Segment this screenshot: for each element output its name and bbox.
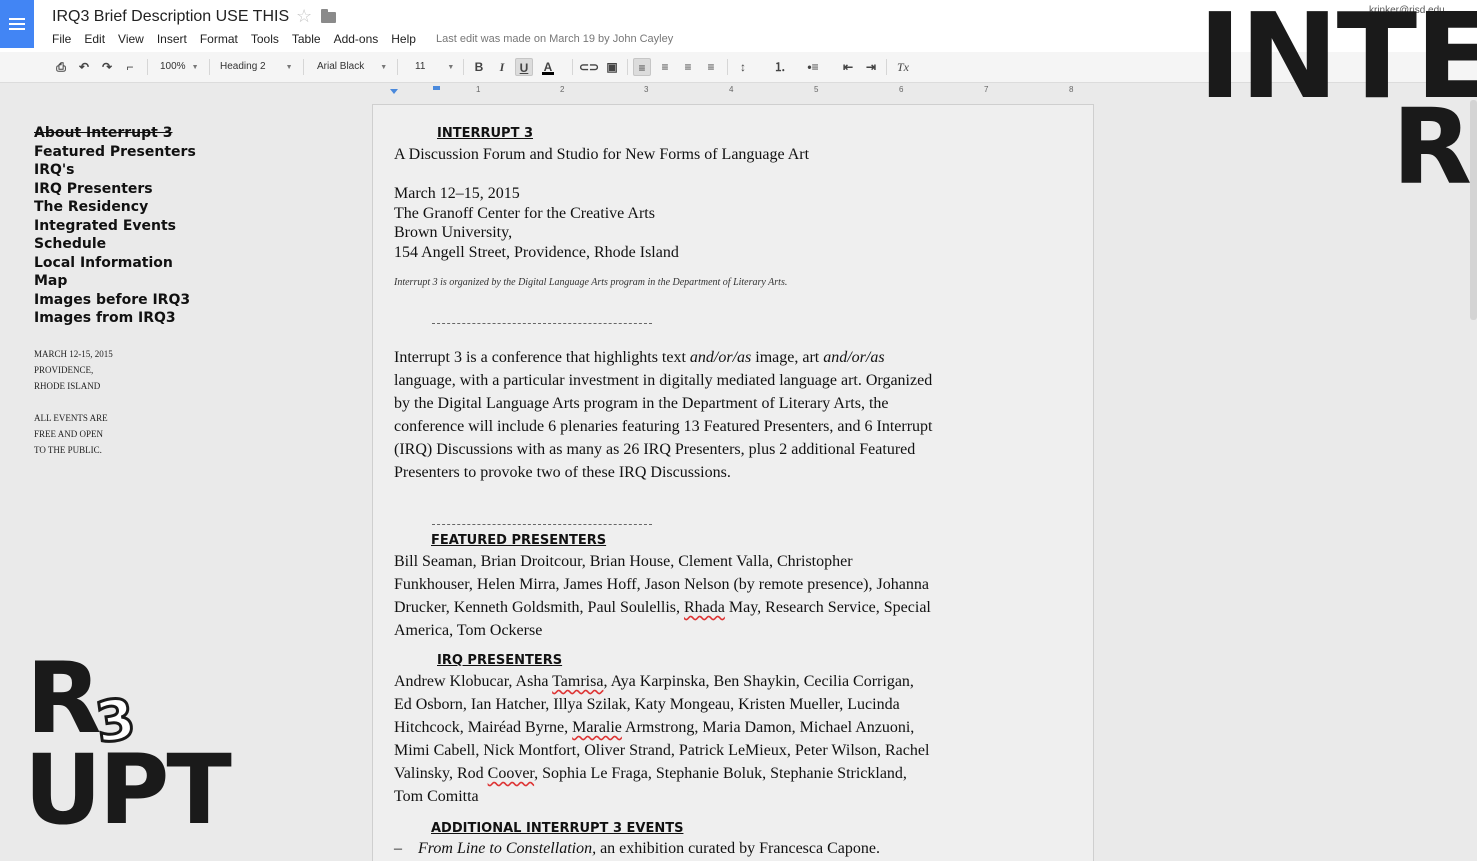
font-size-select[interactable]: 11 ▼ — [415, 57, 454, 77]
ruler-tick: 8 — [1069, 85, 1074, 94]
decrease-indent-icon[interactable]: ⇤ — [839, 58, 857, 76]
zoom-select[interactable]: 100% ▼ — [160, 57, 199, 77]
last-edit-info[interactable]: Last edit was made on March 19 by John C… — [436, 33, 673, 45]
info-line: MARCH 12-15, 2015 — [34, 349, 113, 359]
font-select[interactable]: Arial Black ▼ — [317, 57, 387, 77]
clear-formatting-button[interactable]: Tx — [894, 58, 912, 76]
undo-icon[interactable]: ↶ — [75, 58, 93, 76]
menu-bar: File Edit View Insert Format Tools Table… — [52, 32, 429, 46]
nav-irq-presenters[interactable]: IRQ Presenters — [34, 180, 196, 199]
nav-about-interrupt-3[interactable]: About Interrupt 3 — [34, 124, 196, 143]
paint-format-icon[interactable]: ⌐ — [121, 58, 139, 76]
organized-note[interactable]: Interrupt 3 is organized by the Digital … — [394, 277, 787, 288]
redo-icon[interactable]: ↷ — [98, 58, 116, 76]
site-navigation: About Interrupt 3 Featured Presenters IR… — [34, 124, 196, 328]
heading-featured-presenters[interactable]: FEATURED PRESENTERS — [431, 533, 606, 548]
bulleted-list-icon[interactable]: •≡ — [804, 58, 822, 76]
nav-images-from[interactable]: Images from IRQ3 — [34, 309, 196, 328]
ruler-tick: 7 — [984, 85, 989, 94]
style-select[interactable]: Heading 2 ▼ — [220, 57, 293, 77]
increase-indent-icon[interactable]: ⇥ — [862, 58, 880, 76]
link-icon[interactable]: ⊂⊃ — [579, 58, 599, 76]
docs-home-icon[interactable] — [0, 0, 34, 48]
nav-map[interactable]: Map — [34, 272, 196, 291]
intro-paragraph[interactable]: Interrupt 3 is a conference that highlig… — [394, 346, 934, 484]
menu-addons[interactable]: Add-ons — [334, 32, 379, 46]
heading-interrupt-3[interactable]: INTERRUPT 3 — [437, 126, 533, 141]
menu-format[interactable]: Format — [200, 32, 238, 46]
ruler[interactable]: 1 2 3 4 5 6 7 8 — [372, 84, 1092, 98]
divider — [432, 524, 652, 525]
text-color-button[interactable]: A — [539, 58, 557, 76]
justify-icon[interactable]: ≡ — [702, 58, 720, 76]
info-line: PROVIDENCE, — [34, 365, 94, 375]
bold-button[interactable]: B — [470, 58, 488, 76]
line-spacing-icon[interactable]: ↕ — [734, 58, 752, 76]
nav-residency[interactable]: The Residency — [34, 198, 196, 217]
nav-local-information[interactable]: Local Information — [34, 254, 196, 273]
menu-edit[interactable]: Edit — [84, 32, 105, 46]
menu-file[interactable]: File — [52, 32, 71, 46]
ruler-tick: 5 — [814, 85, 819, 94]
menu-view[interactable]: View — [118, 32, 144, 46]
event-info: MARCH 12-15, 2015 PROVIDENCE, RHODE ISLA… — [34, 346, 113, 458]
print-icon[interactable]: ⎙ — [52, 58, 70, 76]
align-center-icon[interactable]: ≡ — [656, 58, 674, 76]
venue[interactable]: The Granoff Center for the Creative Arts — [394, 205, 655, 223]
indent-marker[interactable] — [390, 89, 398, 94]
align-right-icon[interactable]: ≡ — [679, 58, 697, 76]
logo-r-bottom: R — [26, 642, 102, 756]
ruler-tick: 2 — [560, 85, 565, 94]
ruler-tick: 4 — [729, 85, 734, 94]
nav-featured-presenters[interactable]: Featured Presenters — [34, 143, 196, 162]
ruler-tick: 6 — [899, 85, 904, 94]
ruler-tick: 1 — [476, 85, 481, 94]
numbered-list-icon[interactable]: ⒈ — [771, 58, 789, 76]
logo-r-top: R — [1392, 86, 1473, 208]
event-bullet[interactable]: – From Line to Constellation, an exhibiti… — [394, 840, 880, 858]
featured-presenters-list[interactable]: Bill Seaman, Brian Droitcour, Brian Hous… — [394, 550, 934, 642]
info-line: TO THE PUBLIC. — [34, 445, 102, 455]
info-line: FREE AND OPEN — [34, 429, 104, 439]
nav-irqs[interactable]: IRQ's — [34, 161, 196, 180]
irq-presenters-list[interactable]: Andrew Klobucar, Asha Tamrisa, Aya Karpi… — [394, 670, 934, 808]
divider — [432, 323, 652, 324]
nav-images-before[interactable]: Images before IRQ3 — [34, 291, 196, 310]
menu-table[interactable]: Table — [292, 32, 321, 46]
star-icon[interactable]: ☆ — [296, 6, 312, 27]
nav-schedule[interactable]: Schedule — [34, 235, 196, 254]
subtitle[interactable]: A Discussion Forum and Studio for New Fo… — [394, 146, 809, 164]
university[interactable]: Brown University, — [394, 224, 512, 242]
document-title[interactable]: IRQ3 Brief Description USE THIS — [52, 8, 289, 26]
info-line: ALL EVENTS ARE — [34, 413, 108, 423]
nav-integrated-events[interactable]: Integrated Events — [34, 217, 196, 236]
heading-irq-presenters[interactable]: IRQ PRESENTERS — [437, 653, 562, 668]
italic-button[interactable]: I — [493, 58, 511, 76]
logo-upt: UPT — [24, 734, 232, 846]
folder-icon[interactable] — [321, 9, 336, 23]
heading-additional-events[interactable]: ADDITIONAL INTERRUPT 3 EVENTS — [431, 821, 683, 836]
menu-help[interactable]: Help — [391, 32, 416, 46]
menu-insert[interactable]: Insert — [157, 32, 187, 46]
comment-icon[interactable]: ▣ — [603, 58, 621, 76]
first-line-indent-marker[interactable] — [433, 86, 440, 90]
address[interactable]: 154 Angell Street, Providence, Rhode Isl… — [394, 244, 679, 262]
ruler-tick: 3 — [644, 85, 649, 94]
info-line: RHODE ISLAND — [34, 381, 101, 391]
underline-button[interactable]: U — [515, 58, 533, 76]
menu-tools[interactable]: Tools — [251, 32, 279, 46]
align-left-icon[interactable]: ≡ — [633, 58, 651, 76]
event-dates[interactable]: March 12–15, 2015 — [394, 185, 520, 203]
scrollbar[interactable] — [1470, 100, 1477, 320]
